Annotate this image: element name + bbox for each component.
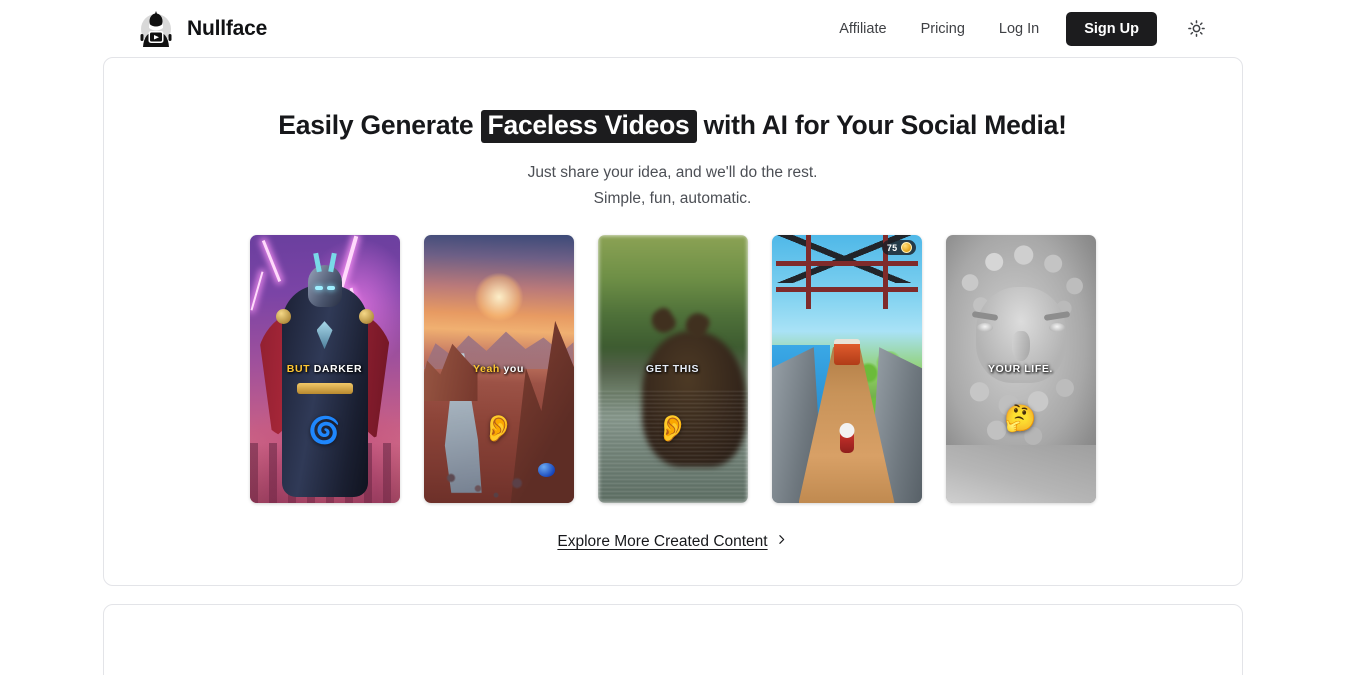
thumbnail-philosopher-statue-art <box>945 235 1096 504</box>
hero-card: Easily Generate Faceless Videos with AI … <box>102 57 1243 586</box>
headline-highlight: Faceless Videos <box>480 110 697 143</box>
explore-more-row: Explore More Created Content <box>104 533 1242 551</box>
thumbnail-philosopher-statue[interactable]: YOUR LIFE. 🤔 <box>945 235 1096 504</box>
page-body: Easily Generate Faceless Videos with AI … <box>0 57 1345 675</box>
hero-subtitle: Just share your idea, and we'll do the r… <box>104 160 1242 213</box>
main-nav: Affiliate Pricing Log In Sign Up <box>822 11 1209 46</box>
sign-up-button[interactable]: Sign Up <box>1066 11 1157 46</box>
thumbnail-desert-sunset[interactable]: Yeah you 👂 <box>423 235 574 504</box>
headline-part-after: with AI for Your Social Media! <box>696 110 1067 140</box>
secondary-card <box>102 604 1243 675</box>
thumbnail-subway-surfers[interactable]: 75 <box>771 235 922 504</box>
coin-counter-badge: 75 <box>881 240 916 256</box>
nav-item-pricing[interactable]: Pricing <box>904 13 982 45</box>
coin-icon <box>900 242 912 254</box>
thumbnail-desert-sunset-art <box>423 235 574 504</box>
thumbnail-superhero[interactable]: BUT DARKER 🌀 <box>249 235 400 504</box>
coin-count: 75 <box>886 242 898 253</box>
brand-logo-link[interactable]: Nullface <box>136 9 267 49</box>
thumbnail-moose-water[interactable]: GET THIS 👂 <box>597 235 748 504</box>
thumbnail-subway-surfers-art <box>771 235 922 504</box>
nav-item-login[interactable]: Log In <box>982 13 1056 45</box>
nullface-avatar-logo-icon <box>136 9 176 49</box>
site-header: Nullface Affiliate Pricing Log In Sign U… <box>0 0 1345 57</box>
page-title: Easily Generate Faceless Videos with AI … <box>104 110 1242 143</box>
thumbnail-superhero-art <box>249 235 400 504</box>
thumbnail-gallery: BUT DARKER 🌀 Yeah you 👂 GET THIS 👂 75 YO… <box>104 235 1242 504</box>
hero-subtitle-line2: Simple, fun, automatic. <box>593 190 752 208</box>
explore-more-link[interactable]: Explore More Created Content <box>557 533 787 551</box>
nav-item-affiliate[interactable]: Affiliate <box>822 13 903 45</box>
explore-more-label: Explore More Created Content <box>557 533 768 551</box>
sun-icon[interactable] <box>1183 16 1209 42</box>
chevron-right-icon <box>775 533 788 551</box>
headline-part-before: Easily Generate <box>278 110 481 140</box>
brand-name: Nullface <box>187 16 268 40</box>
hero-subtitle-line1: Just share your idea, and we'll do the r… <box>527 163 818 181</box>
